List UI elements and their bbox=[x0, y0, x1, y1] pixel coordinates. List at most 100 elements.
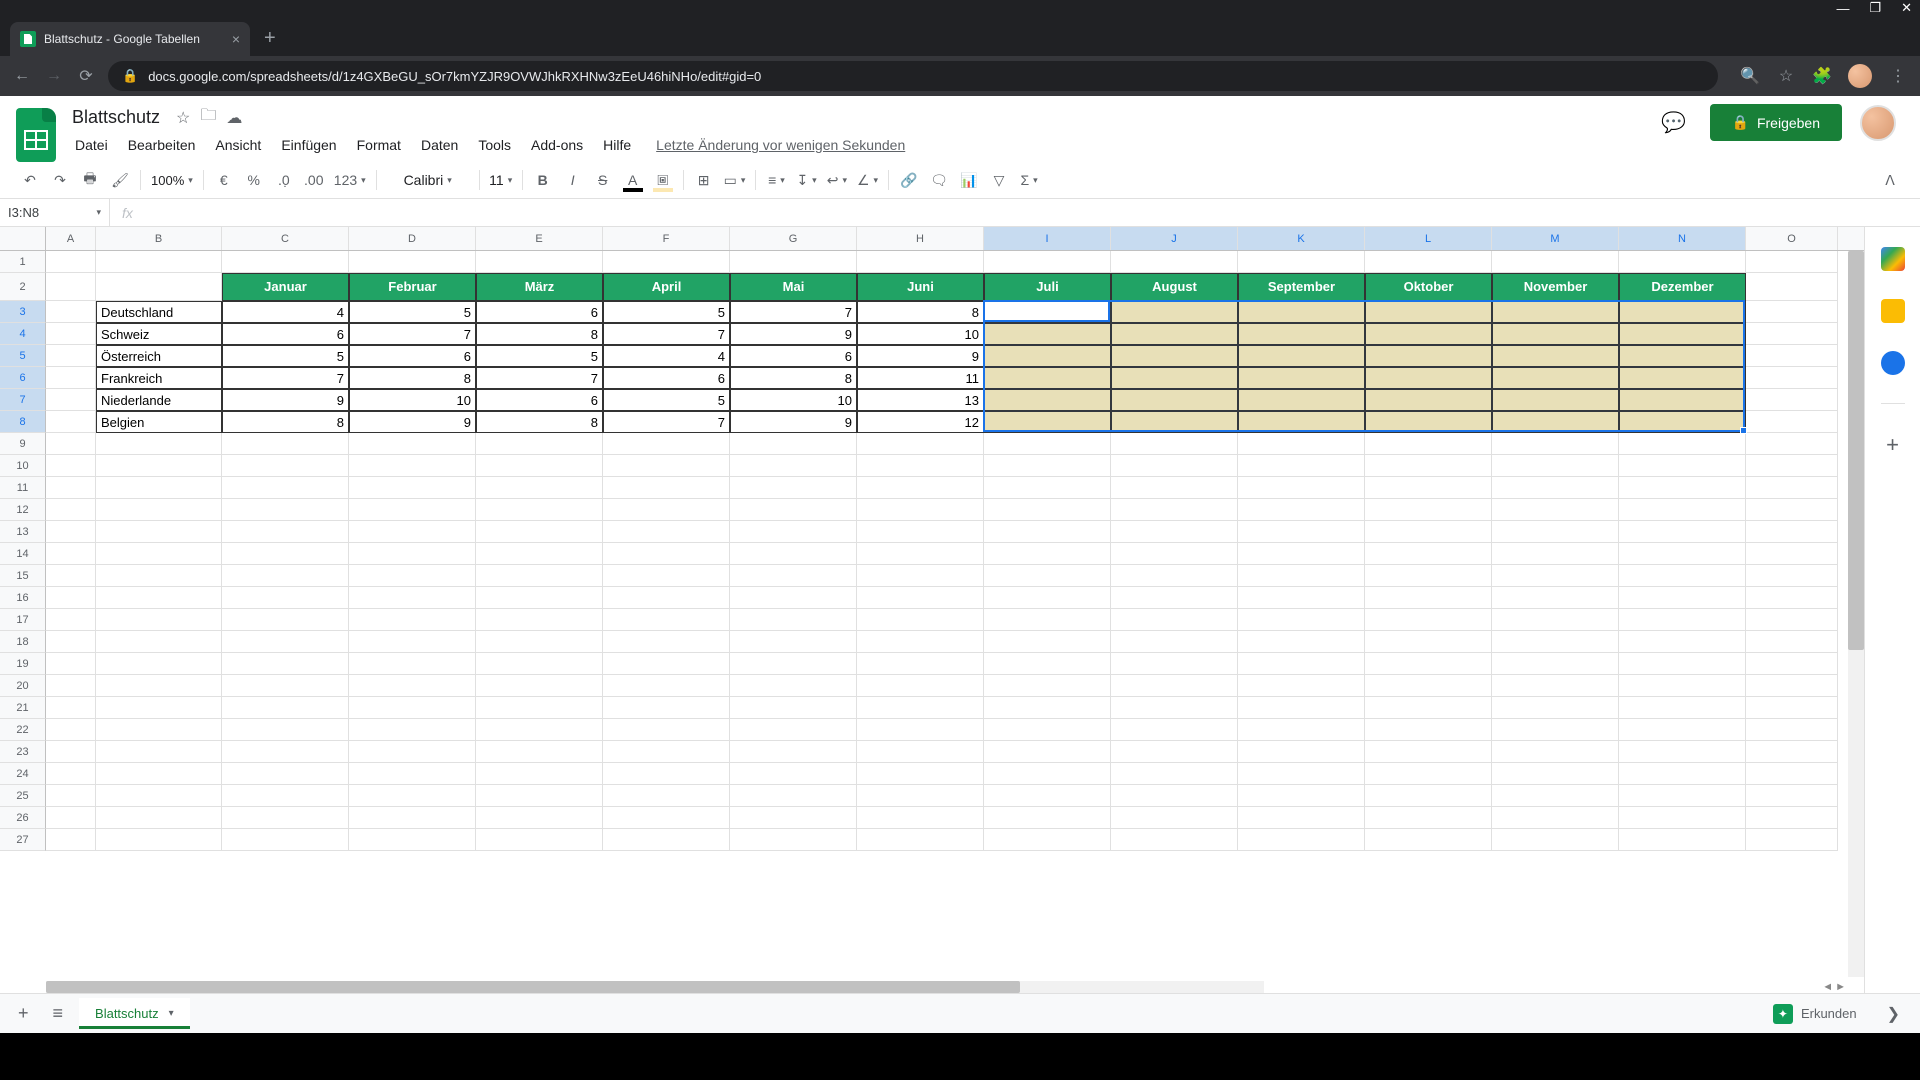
cell-D23[interactable] bbox=[349, 741, 476, 763]
cell-F1[interactable] bbox=[603, 251, 730, 273]
cell-E23[interactable] bbox=[476, 741, 603, 763]
cell-N10[interactable] bbox=[1619, 455, 1746, 477]
cell-B22[interactable] bbox=[96, 719, 222, 741]
cell-C2[interactable]: Januar bbox=[222, 273, 349, 301]
cell-H23[interactable] bbox=[857, 741, 984, 763]
cell-A5[interactable] bbox=[46, 345, 96, 367]
cell-E13[interactable] bbox=[476, 521, 603, 543]
cell-I8[interactable] bbox=[984, 411, 1111, 433]
cell-G21[interactable] bbox=[730, 697, 857, 719]
profile-avatar-icon[interactable] bbox=[1848, 64, 1872, 88]
cell-D16[interactable] bbox=[349, 587, 476, 609]
cell-H3[interactable]: 8 bbox=[857, 301, 984, 323]
cell-D5[interactable]: 6 bbox=[349, 345, 476, 367]
cell-H27[interactable] bbox=[857, 829, 984, 851]
cell-E5[interactable]: 5 bbox=[476, 345, 603, 367]
cell-C27[interactable] bbox=[222, 829, 349, 851]
cell-E21[interactable] bbox=[476, 697, 603, 719]
cell-I16[interactable] bbox=[984, 587, 1111, 609]
cell-K23[interactable] bbox=[1238, 741, 1365, 763]
cell-K13[interactable] bbox=[1238, 521, 1365, 543]
add-addon-icon[interactable]: + bbox=[1886, 432, 1899, 458]
cell-A15[interactable] bbox=[46, 565, 96, 587]
cell-D17[interactable] bbox=[349, 609, 476, 631]
cell-E3[interactable]: 6 bbox=[476, 301, 603, 323]
cell-C1[interactable] bbox=[222, 251, 349, 273]
cell-G12[interactable] bbox=[730, 499, 857, 521]
cell-A13[interactable] bbox=[46, 521, 96, 543]
cell-M27[interactable] bbox=[1492, 829, 1619, 851]
cell-K24[interactable] bbox=[1238, 763, 1365, 785]
cell-N9[interactable] bbox=[1619, 433, 1746, 455]
cell-O5[interactable] bbox=[1746, 345, 1838, 367]
cell-H24[interactable] bbox=[857, 763, 984, 785]
cell-O17[interactable] bbox=[1746, 609, 1838, 631]
cell-N7[interactable] bbox=[1619, 389, 1746, 411]
cell-J1[interactable] bbox=[1111, 251, 1238, 273]
sheet-nav-right-icon[interactable]: ► bbox=[1835, 981, 1846, 993]
cell-M19[interactable] bbox=[1492, 653, 1619, 675]
cell-G22[interactable] bbox=[730, 719, 857, 741]
cell-M21[interactable] bbox=[1492, 697, 1619, 719]
cell-F25[interactable] bbox=[603, 785, 730, 807]
cell-B16[interactable] bbox=[96, 587, 222, 609]
cell-C20[interactable] bbox=[222, 675, 349, 697]
row-header-10[interactable]: 10 bbox=[0, 455, 46, 477]
cell-O11[interactable] bbox=[1746, 477, 1838, 499]
side-panel-toggle-icon[interactable]: ❯ bbox=[1877, 1004, 1910, 1024]
cell-A23[interactable] bbox=[46, 741, 96, 763]
row-header-23[interactable]: 23 bbox=[0, 741, 46, 763]
cell-K15[interactable] bbox=[1238, 565, 1365, 587]
cell-E2[interactable]: März bbox=[476, 273, 603, 301]
cell-J21[interactable] bbox=[1111, 697, 1238, 719]
cell-A6[interactable] bbox=[46, 367, 96, 389]
row-header-5[interactable]: 5 bbox=[0, 345, 46, 367]
increase-decimal-button[interactable]: .00 bbox=[300, 166, 328, 194]
column-header-N[interactable]: N bbox=[1619, 227, 1746, 250]
browser-menu-icon[interactable]: ⋮ bbox=[1888, 66, 1908, 86]
cell-C17[interactable] bbox=[222, 609, 349, 631]
cell-N23[interactable] bbox=[1619, 741, 1746, 763]
cell-J13[interactable] bbox=[1111, 521, 1238, 543]
cell-B21[interactable] bbox=[96, 697, 222, 719]
cell-A8[interactable] bbox=[46, 411, 96, 433]
cell-E4[interactable]: 8 bbox=[476, 323, 603, 345]
cell-G19[interactable] bbox=[730, 653, 857, 675]
cell-F14[interactable] bbox=[603, 543, 730, 565]
cell-O12[interactable] bbox=[1746, 499, 1838, 521]
cell-E12[interactable] bbox=[476, 499, 603, 521]
cell-I11[interactable] bbox=[984, 477, 1111, 499]
cell-A21[interactable] bbox=[46, 697, 96, 719]
cell-J9[interactable] bbox=[1111, 433, 1238, 455]
cell-J19[interactable] bbox=[1111, 653, 1238, 675]
cell-N22[interactable] bbox=[1619, 719, 1746, 741]
cell-O3[interactable] bbox=[1746, 301, 1838, 323]
zoom-select[interactable]: 100% bbox=[147, 166, 197, 194]
cell-M7[interactable] bbox=[1492, 389, 1619, 411]
cell-F27[interactable] bbox=[603, 829, 730, 851]
cell-M9[interactable] bbox=[1492, 433, 1619, 455]
cell-M20[interactable] bbox=[1492, 675, 1619, 697]
keep-icon[interactable] bbox=[1881, 299, 1905, 323]
cell-D24[interactable] bbox=[349, 763, 476, 785]
link-button[interactable]: 🔗 bbox=[895, 166, 923, 194]
cell-I7[interactable] bbox=[984, 389, 1111, 411]
cell-K22[interactable] bbox=[1238, 719, 1365, 741]
cell-J25[interactable] bbox=[1111, 785, 1238, 807]
cell-J8[interactable] bbox=[1111, 411, 1238, 433]
cell-B5[interactable]: Österreich bbox=[96, 345, 222, 367]
cell-K9[interactable] bbox=[1238, 433, 1365, 455]
cell-C5[interactable]: 5 bbox=[222, 345, 349, 367]
cell-I15[interactable] bbox=[984, 565, 1111, 587]
cell-K14[interactable] bbox=[1238, 543, 1365, 565]
cell-E8[interactable]: 8 bbox=[476, 411, 603, 433]
cell-H1[interactable] bbox=[857, 251, 984, 273]
cell-B23[interactable] bbox=[96, 741, 222, 763]
row-header-20[interactable]: 20 bbox=[0, 675, 46, 697]
select-all-corner[interactable] bbox=[0, 227, 46, 250]
cell-B9[interactable] bbox=[96, 433, 222, 455]
cell-C8[interactable]: 8 bbox=[222, 411, 349, 433]
cell-K7[interactable] bbox=[1238, 389, 1365, 411]
cell-C24[interactable] bbox=[222, 763, 349, 785]
cell-I20[interactable] bbox=[984, 675, 1111, 697]
